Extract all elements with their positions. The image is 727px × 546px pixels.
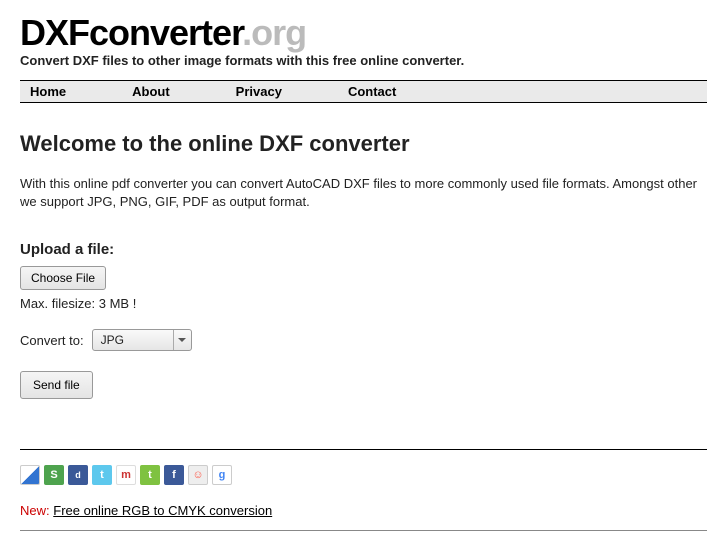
format-select[interactable]: JPG bbox=[92, 329, 192, 351]
logo-text-main: DXFconverter bbox=[20, 12, 242, 53]
site-logo: DXFconverter.org bbox=[20, 15, 707, 51]
divider bbox=[20, 449, 707, 450]
facebook-icon[interactable]: f bbox=[164, 465, 184, 485]
upload-label: Upload a file: bbox=[20, 241, 707, 258]
send-file-button[interactable]: Send file bbox=[20, 371, 93, 399]
bottom-divider bbox=[20, 530, 707, 531]
rgb-cmyk-link[interactable]: Free online RGB to CMYK conversion bbox=[53, 503, 272, 518]
convert-row: Convert to: JPG bbox=[20, 329, 707, 351]
main-nav: Home About Privacy Contact bbox=[20, 80, 707, 103]
delicious-icon[interactable] bbox=[20, 465, 40, 485]
format-selected-value: JPG bbox=[93, 333, 173, 347]
twitter-icon[interactable]: t bbox=[92, 465, 112, 485]
logo-text-tld: .org bbox=[242, 12, 306, 53]
reddit-icon[interactable]: ☺ bbox=[188, 465, 208, 485]
tagline: Convert DXF files to other image formats… bbox=[20, 53, 707, 68]
choose-file-button[interactable]: Choose File bbox=[20, 266, 106, 290]
social-share-row: S d t m t f ☺ g bbox=[20, 465, 707, 485]
page-heading: Welcome to the online DXF converter bbox=[20, 131, 707, 157]
new-label: New: bbox=[20, 503, 50, 518]
nav-home[interactable]: Home bbox=[22, 84, 74, 99]
mixx-icon[interactable]: m bbox=[116, 465, 136, 485]
nav-privacy[interactable]: Privacy bbox=[228, 84, 290, 99]
google-icon[interactable]: g bbox=[212, 465, 232, 485]
digg-icon[interactable]: d bbox=[68, 465, 88, 485]
stumbleupon-icon[interactable]: S bbox=[44, 465, 64, 485]
intro-text: With this online pdf converter you can c… bbox=[20, 175, 707, 211]
chevron-down-icon bbox=[173, 330, 191, 350]
convert-to-label: Convert to: bbox=[20, 333, 84, 348]
new-feature-line: New: Free online RGB to CMYK conversion bbox=[20, 503, 707, 518]
nav-about[interactable]: About bbox=[124, 84, 178, 99]
technorati-icon[interactable]: t bbox=[140, 465, 160, 485]
max-filesize-text: Max. filesize: 3 MB ! bbox=[20, 296, 707, 311]
nav-contact[interactable]: Contact bbox=[340, 84, 404, 99]
